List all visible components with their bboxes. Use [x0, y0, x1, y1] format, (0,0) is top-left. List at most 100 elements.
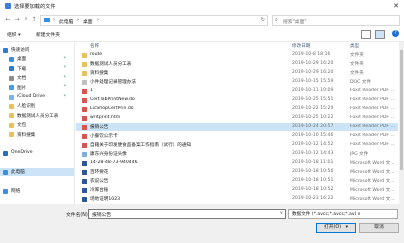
file-row[interactable]: writprint.htm 2019-10-25 10:22 Foxit Reade…: [76, 114, 398, 122]
file-row[interactable]: 小件处理记录管理办法 2019-10-15 15:59 DOC 文件: [76, 78, 398, 86]
sidebar-item[interactable]: 图片 ✶: [0, 84, 74, 92]
file-name: 冷库台账: [90, 188, 109, 193]
file-list-scrollbar[interactable]: [399, 42, 404, 204]
sidebar-item-label: 人脸识别: [17, 104, 36, 110]
file-type: JPG 文件: [350, 152, 369, 157]
column-date[interactable]: 修改日期: [292, 43, 310, 49]
file-type: Microsoft Word 文...: [350, 179, 395, 184]
pdf-file-icon: [82, 133, 87, 139]
file-row[interactable]: 数据测试人员分工表 2019-10-29 16:20 文件夹: [76, 60, 398, 68]
filename-input[interactable]: 报销公告 ∨: [88, 209, 286, 219]
file-date: 2019-10-11 10:09: [292, 88, 334, 93]
star-icon: [3, 47, 8, 53]
sidebar-item[interactable]: OneDrive: [0, 149, 74, 157]
file-row[interactable]: 康东兴身份证头像 2019-10-12 14:43 JPG 文件: [76, 150, 398, 158]
sidebar-item[interactable]: 文档 ✶: [0, 74, 74, 82]
view-options-icon[interactable]: [361, 30, 371, 39]
sidebar-item[interactable]: 数据测试人员分工表: [0, 112, 74, 120]
scrollbar-thumb[interactable]: [400, 50, 403, 170]
file-date: 2019-10-29 16:20: [292, 70, 334, 75]
breadcrumb-this-pc[interactable]: 此电脑: [59, 18, 73, 25]
folder-icon: [82, 52, 87, 58]
file-date: 2019-10-12 14:52: [292, 142, 334, 147]
sidebar-item[interactable]: 下载 ✶: [0, 65, 74, 73]
file-type: Microsoft Word 文...: [350, 197, 395, 202]
file-type: Microsoft Word 文...: [350, 161, 395, 166]
file-row[interactable]: 自籍关于印发便食品备案工作指南（试行）的通知 2019-10-12 14:52 Fo…: [76, 141, 398, 149]
open-caret-icon[interactable]: ▾: [346, 225, 348, 230]
sidebar-item[interactable]: 文包: [0, 121, 74, 129]
back-button[interactable]: ←: [4, 15, 12, 24]
file-date: 2019-10-18 10:52: [292, 187, 334, 192]
preview-pane-icon[interactable]: [375, 30, 385, 39]
search-input[interactable]: ⌕ 搜索"桌面": [272, 15, 400, 26]
column-type[interactable]: 类型: [350, 43, 359, 49]
address-bar[interactable]: › 此电脑 › 桌面 › ↻: [40, 15, 268, 26]
sidebar-item[interactable]: iCloud Drive ✶: [0, 93, 74, 101]
file-name: 数据测试人员分工表: [90, 62, 132, 67]
file-row[interactable]: 报销公告 2019-10-24 20:57 Foxit Reader PDF ...: [76, 123, 398, 131]
recent-locations-caret[interactable]: ∨: [22, 15, 30, 24]
open-button[interactable]: 打开(O) ▾: [316, 223, 356, 233]
doc-file-icon: [82, 79, 87, 85]
breadcrumb-desktop[interactable]: 桌面: [83, 18, 93, 25]
forward-button[interactable]: →: [13, 15, 21, 24]
word-file-icon: [82, 178, 87, 184]
cancel-button[interactable]: 取消: [359, 223, 399, 233]
sidebar-item[interactable]: 快速访问: [0, 46, 74, 54]
file-name: LicShopCertPrin.do: [90, 106, 134, 111]
close-icon[interactable]: ✕: [393, 2, 399, 10]
pdf-file-icon: [82, 124, 87, 130]
up-button[interactable]: ↑: [30, 15, 38, 24]
file-row[interactable]: 场地证明1023 2019-10-23 16:22 Microsoft Word 文…: [76, 195, 398, 203]
file-row[interactable]: 百环要花 2019-10-18 10:56 Microsoft Word 文...: [76, 168, 398, 176]
file-row[interactable]: 小餐饮公示卡 2019-10-10 15:46 Foxit Reader PDF .…: [76, 132, 398, 140]
sidebar-item[interactable]: 人脸识别: [0, 102, 74, 110]
word-file-icon: [82, 187, 87, 193]
file-type: Microsoft Word 文...: [350, 188, 395, 193]
file-name: 1: [90, 88, 93, 93]
sidebar-item[interactable]: 网络: [0, 187, 74, 195]
file-row[interactable]: LicShopCertPrin.do 2019-10-22 15:20 Foxit …: [76, 105, 398, 113]
filetype-value: 数据文件 (*.avcc;*.avcs;*.avl ∨: [292, 212, 361, 217]
pin-icon[interactable]: ✶: [63, 94, 67, 99]
sidebar-item-label: 网络: [11, 189, 21, 194]
refresh-icon[interactable]: ↻: [261, 17, 265, 23]
navigation-bar: ← → ∨ ↑ › 此电脑 › 桌面 › ↻ ⌕ 搜索"桌面": [0, 13, 404, 27]
file-row[interactable]: route 2019-10-8 18:16 文件夹: [76, 51, 398, 59]
download-icon: [9, 66, 14, 72]
column-name[interactable]: 名称: [90, 43, 99, 49]
sidebar-item[interactable]: 桌面 ✶: [0, 55, 74, 63]
file-type: 文件夹: [350, 71, 364, 76]
file-name: 资料搜集: [90, 71, 109, 76]
pin-icon[interactable]: ✶: [63, 56, 67, 61]
sidebar-item-label: 下载: [17, 66, 27, 72]
pin-icon[interactable]: ✶: [63, 65, 67, 70]
sidebar-item[interactable]: 此电脑: [0, 168, 74, 177]
filename-dropdown-icon[interactable]: ∨: [280, 211, 283, 216]
sidebar-item-label: 此电脑: [11, 170, 25, 176]
file-row[interactable]: 农说公告 2019-10-18 10:51 Microsoft Word 文...: [76, 177, 398, 185]
file-row[interactable]: 14-28-48-73-940446 2019-10-18 11:01 Micros…: [76, 159, 398, 167]
filetype-select[interactable]: 数据文件 (*.avcc;*.avcs;*.avl ∨: [288, 209, 398, 219]
file-name: 小餐饮公示卡: [90, 134, 118, 139]
file-name: 百环要花: [90, 170, 109, 175]
file-row[interactable]: 冷库台账 2019-10-18 10:52 Microsoft Word 文...: [76, 186, 398, 194]
sidebar-item-label: 资料搜集: [17, 132, 36, 138]
file-name: CertTabPrintNew.do: [90, 97, 135, 102]
filename-label: 文件名(N):: [66, 213, 90, 218]
help-icon[interactable]: ?: [392, 30, 399, 37]
file-row[interactable]: 资料搜集 2019-10-29 16:20 文件夹: [76, 69, 398, 77]
file-row[interactable]: CertTabPrintNew.do 2019-10-25 15:51 Foxit …: [76, 96, 398, 104]
pin-icon[interactable]: ✶: [63, 84, 67, 89]
file-row[interactable]: 1 2019-10-11 10:09 Foxit Reader PDF ...: [76, 87, 398, 95]
file-date: 2019-10-24 20:57: [292, 124, 334, 129]
new-folder-button[interactable]: 新建文件夹: [36, 31, 60, 38]
computer-icon: [3, 169, 8, 175]
word-file-icon: [82, 169, 87, 175]
sidebar-item[interactable]: 资料搜集: [0, 131, 74, 139]
organize-menu[interactable]: 组织 ▾: [7, 31, 21, 38]
pin-icon[interactable]: ✶: [63, 75, 67, 80]
pdf-file-icon: [82, 115, 87, 121]
